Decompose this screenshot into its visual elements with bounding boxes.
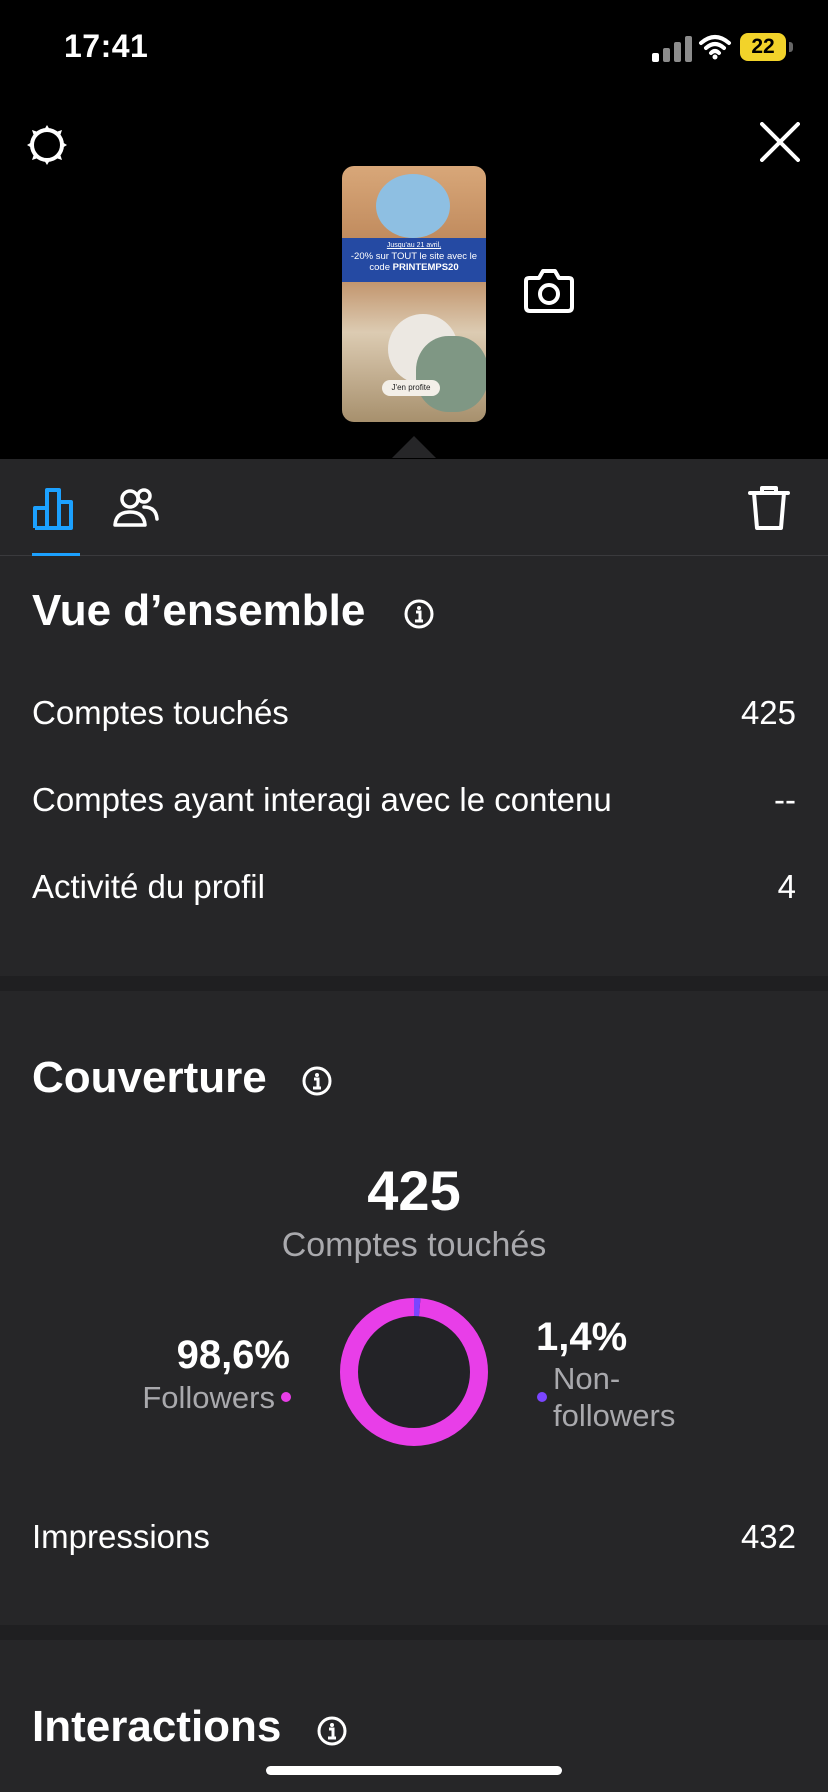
plush-octopus: [376, 174, 450, 238]
promo-code-label: code: [369, 262, 390, 273]
profile-activity-label: Activité du profil: [32, 868, 265, 905]
bar-chart-icon[interactable]: [32, 486, 80, 530]
reached-accounts-label: Comptes touchés: [32, 694, 289, 731]
followers-percent: 98,6%: [176, 1333, 290, 1377]
promo-code: PRINTEMPS20: [392, 262, 459, 273]
section-divider: [0, 976, 828, 991]
promo-banner: Jusqu'au 21 avril, -20% sur TOUT le site…: [342, 238, 486, 282]
non-followers-label-line2: followers: [553, 1398, 676, 1433]
section-divider: [0, 1625, 828, 1640]
camera-icon[interactable]: [522, 267, 576, 315]
info-icon[interactable]: [301, 1065, 333, 1097]
close-icon[interactable]: [760, 122, 800, 162]
coverage-total: 425: [367, 1159, 461, 1222]
promo-line: -20% sur TOUT le site avec le: [350, 251, 478, 262]
info-icon[interactable]: [316, 1715, 348, 1747]
battery-cap: [789, 42, 793, 52]
engaged-accounts-label: Comptes ayant interagi avec le contenu: [32, 781, 612, 818]
impressions-label: Impressions: [32, 1518, 210, 1555]
interactions-title: Interactions: [32, 1702, 282, 1751]
followers-dot: [281, 1392, 291, 1402]
overview-title: Vue d’ensemble: [32, 586, 366, 635]
people-icon[interactable]: [112, 487, 160, 529]
reached-accounts-value: 425: [740, 694, 796, 731]
coverage-donut-chart: [340, 1298, 488, 1446]
coverage-total-label: Comptes touchés: [281, 1226, 547, 1264]
home-indicator[interactable]: [266, 1766, 562, 1775]
promo-date: Jusqu'au 21 avril,: [386, 242, 442, 249]
impressions-value: 432: [740, 1518, 796, 1555]
battery-level: 22: [751, 35, 775, 58]
followers-label: Followers: [142, 1380, 275, 1415]
status-time: 17:41: [64, 28, 149, 64]
non-followers-percent: 1,4%: [536, 1315, 628, 1359]
info-icon[interactable]: [403, 598, 435, 630]
gear-icon[interactable]: [24, 122, 70, 168]
selection-pointer: [392, 436, 436, 458]
plush-turtle: [416, 336, 486, 412]
trash-icon[interactable]: [748, 485, 790, 531]
non-followers-label-line1: Non-: [553, 1361, 621, 1396]
story-thumbnail[interactable]: Jusqu'au 21 avril, -20% sur TOUT le site…: [342, 166, 486, 422]
profile-activity-value: 4: [777, 868, 796, 905]
wifi-icon: [699, 35, 731, 60]
non-followers-dot: [537, 1392, 547, 1402]
cellular-signal-icon: [652, 36, 692, 62]
battery-icon: 22: [740, 33, 786, 61]
coverage-title: Couverture: [32, 1053, 267, 1102]
story-link-button: J'en profite: [382, 380, 440, 396]
engaged-accounts-value: --: [774, 781, 796, 818]
